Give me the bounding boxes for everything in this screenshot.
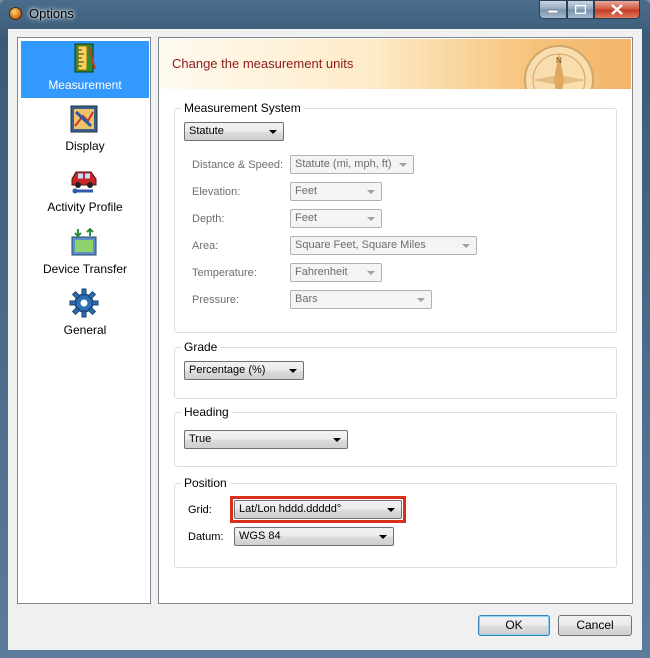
compass-icon: N bbox=[524, 45, 594, 89]
chevron-down-icon bbox=[289, 369, 297, 373]
select-value: WGS 84 bbox=[239, 530, 281, 542]
maximize-button[interactable] bbox=[567, 0, 594, 19]
select-value: Statute bbox=[189, 125, 224, 137]
page-title: Change the measurement units bbox=[172, 56, 354, 71]
dialog-body: Measurement Display Activity Profile Dev… bbox=[8, 29, 642, 650]
sidebar-item-label: Device Transfer bbox=[42, 262, 128, 276]
sidebar-item-label: Display bbox=[65, 139, 105, 153]
select-value: Feet bbox=[295, 212, 318, 224]
chevron-down-icon bbox=[417, 298, 425, 302]
group-label: Heading bbox=[181, 405, 232, 419]
grid-label: Grid: bbox=[188, 504, 212, 516]
close-icon bbox=[611, 4, 623, 15]
datum-label: Datum: bbox=[188, 531, 224, 543]
select-value: Lat/Lon hddd.ddddd° bbox=[239, 503, 342, 515]
car-icon bbox=[71, 171, 97, 194]
sidebar-item-label: General bbox=[63, 323, 107, 337]
datum-select[interactable]: WGS 84 bbox=[234, 527, 394, 546]
sidebar-item-label: Measurement bbox=[48, 78, 122, 92]
select-value: Percentage (%) bbox=[189, 364, 266, 376]
group-label: Measurement System bbox=[181, 101, 304, 115]
area-label: Area: bbox=[192, 240, 219, 252]
minimize-icon bbox=[548, 9, 558, 13]
ruler-icon bbox=[74, 43, 96, 73]
chevron-down-icon bbox=[333, 438, 341, 442]
display-icon bbox=[70, 105, 98, 133]
maximize-icon bbox=[575, 5, 586, 14]
heading-select[interactable]: True bbox=[184, 430, 348, 449]
ok-button[interactable]: OK bbox=[478, 615, 550, 636]
sidebar-item-device-transfer[interactable]: Device Transfer bbox=[21, 225, 149, 282]
chevron-down-icon bbox=[379, 535, 387, 539]
sidebar-item-label: Activity Profile bbox=[47, 200, 123, 214]
pressure-label: Pressure: bbox=[192, 294, 240, 306]
grid-select[interactable]: Lat/Lon hddd.ddddd° bbox=[234, 500, 402, 519]
chevron-down-icon bbox=[367, 190, 375, 194]
sidebar-item-activity-profile[interactable]: Activity Profile bbox=[21, 163, 149, 220]
depth-select: Feet bbox=[290, 209, 382, 228]
pressure-select: Bars bbox=[290, 290, 432, 309]
group-label: Position bbox=[181, 476, 230, 490]
options-window: Options Measurement Display Activity Pro… bbox=[0, 0, 650, 658]
gear-icon bbox=[69, 288, 99, 318]
select-value: Feet bbox=[295, 185, 318, 197]
chevron-down-icon bbox=[269, 130, 277, 134]
close-button[interactable] bbox=[594, 0, 640, 19]
depth-label: Depth: bbox=[192, 213, 225, 225]
chevron-down-icon bbox=[462, 244, 470, 248]
group-label: Grade bbox=[181, 340, 221, 354]
distance-speed-label: Distance & Speed: bbox=[192, 159, 284, 171]
temperature-label: Temperature: bbox=[192, 267, 257, 279]
distance-speed-select: Statute (mi, mph, ft) bbox=[290, 155, 414, 174]
chevron-down-icon bbox=[387, 508, 395, 512]
cancel-button[interactable]: Cancel bbox=[558, 615, 632, 636]
chevron-down-icon bbox=[367, 217, 375, 221]
area-select: Square Feet, Square Miles bbox=[290, 236, 477, 255]
chevron-down-icon bbox=[367, 271, 375, 275]
select-value: True bbox=[189, 433, 212, 445]
elevation-select: Feet bbox=[290, 182, 382, 201]
sidebar-item-measurement[interactable]: Measurement bbox=[21, 41, 149, 98]
select-value: Square Feet, Square Miles bbox=[295, 239, 426, 251]
heading-group: Heading True bbox=[174, 405, 617, 467]
temperature-select: Fahrenheit bbox=[290, 263, 382, 282]
select-value: Statute (mi, mph, ft) bbox=[295, 158, 392, 170]
title-bar[interactable]: Options bbox=[0, 0, 650, 28]
minimize-button[interactable] bbox=[539, 0, 567, 19]
grade-group: Grade Percentage (%) bbox=[174, 340, 617, 399]
sidebar-item-general[interactable]: General bbox=[21, 286, 149, 343]
measurement-system-group: Measurement System Statute Distance & Sp… bbox=[174, 101, 617, 333]
grade-select[interactable]: Percentage (%) bbox=[184, 361, 304, 380]
header-banner: Change the measurement units N bbox=[160, 39, 631, 89]
app-icon bbox=[9, 7, 22, 20]
settings-panel: Change the measurement units N Measureme… bbox=[158, 37, 633, 604]
select-value: Fahrenheit bbox=[295, 266, 348, 278]
chevron-down-icon bbox=[399, 163, 407, 167]
sidebar-item-display[interactable]: Display bbox=[21, 102, 149, 159]
compass-north-label: N bbox=[556, 56, 562, 65]
select-value: Bars bbox=[295, 293, 318, 305]
category-sidebar: Measurement Display Activity Profile Dev… bbox=[17, 37, 151, 604]
elevation-label: Elevation: bbox=[192, 186, 241, 198]
window-title: Options bbox=[29, 6, 74, 21]
position-group: Position Grid: Lat/Lon hddd.ddddd° Datum… bbox=[174, 476, 617, 568]
measurement-system-select[interactable]: Statute bbox=[184, 122, 284, 141]
device-transfer-icon bbox=[71, 227, 97, 256]
